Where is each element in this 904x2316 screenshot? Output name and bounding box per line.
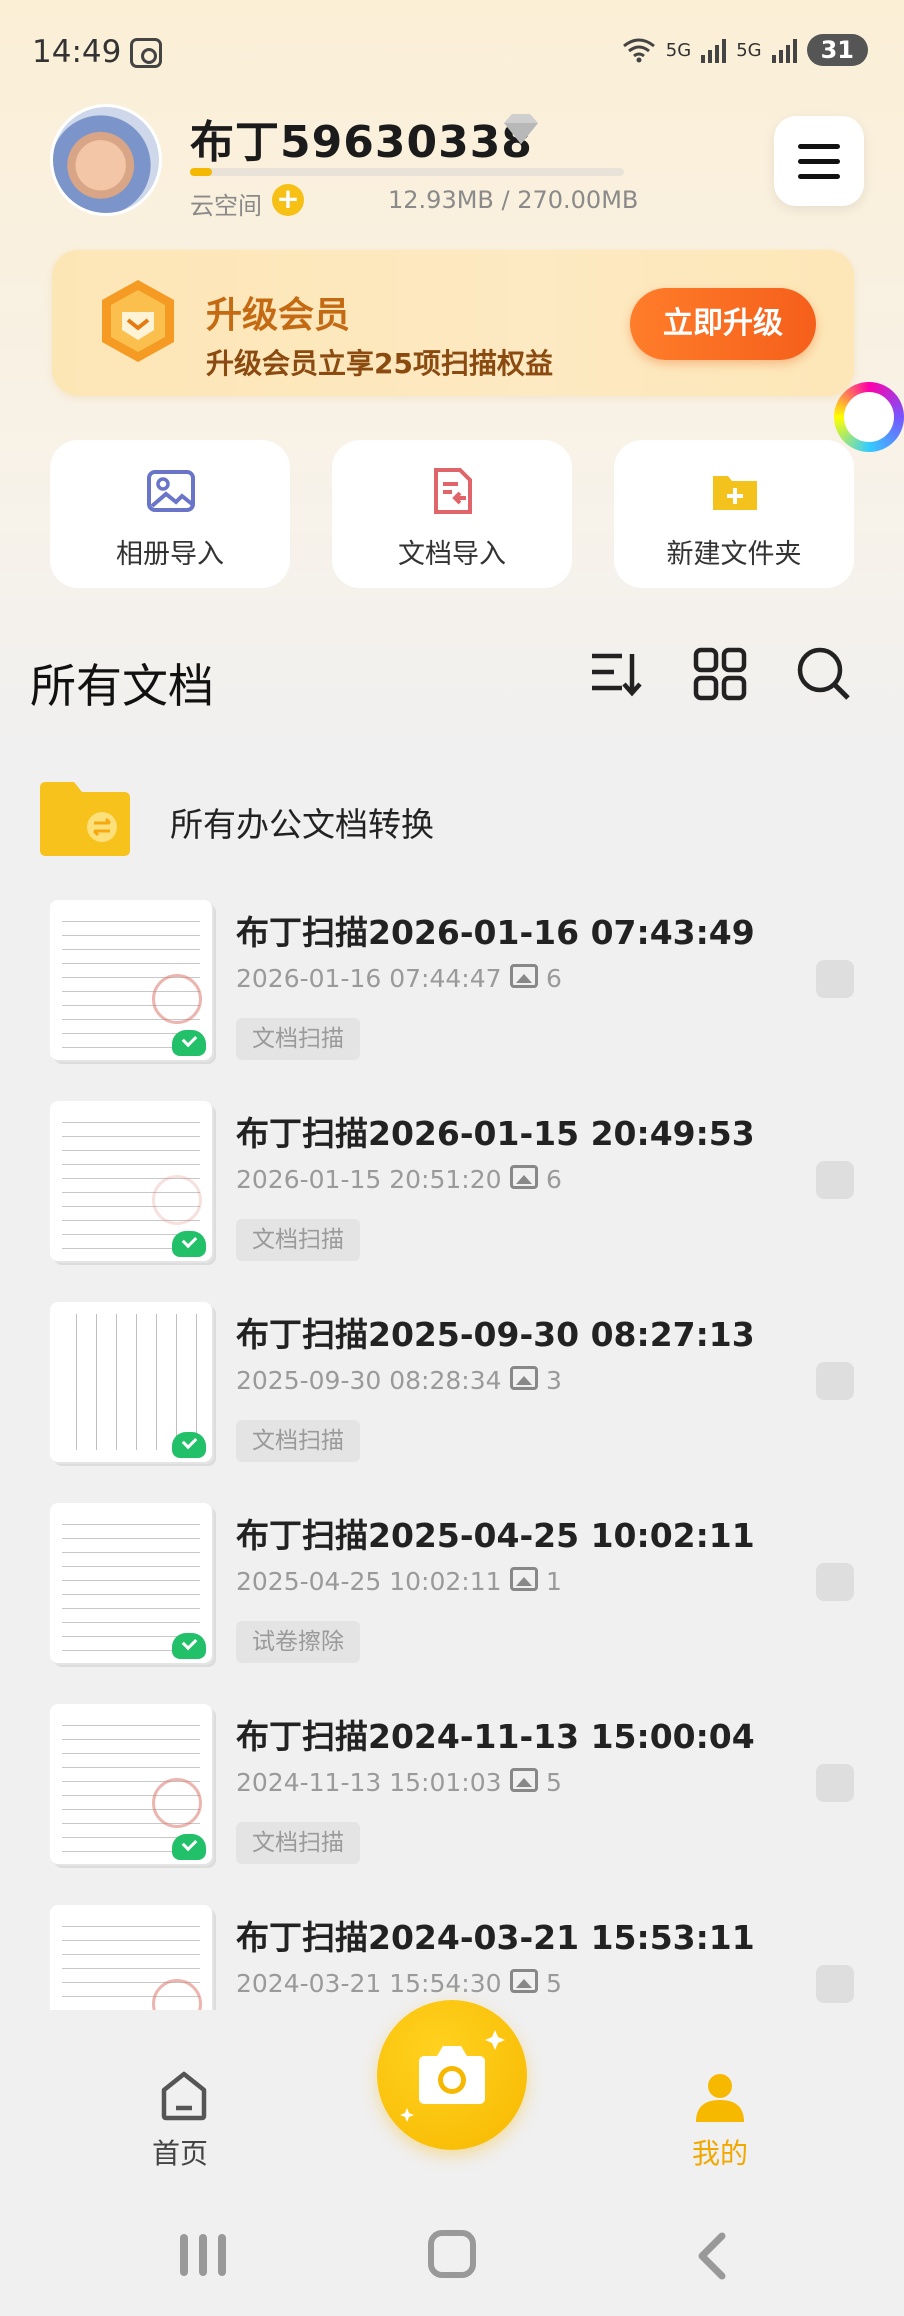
recent-apps-button[interactable] xyxy=(180,2234,226,2276)
cloud-synced-icon xyxy=(172,1633,206,1659)
document-date: 2025-09-30 08:28:34 xyxy=(236,1366,502,1395)
cloud-synced-icon xyxy=(172,1834,206,1860)
office-convert-label[interactable]: 所有办公文档转换 xyxy=(170,798,434,846)
image-count: 6 xyxy=(546,1165,562,1194)
camera-icon xyxy=(400,2030,505,2122)
image-count-icon xyxy=(510,1969,538,1993)
document-date: 2026-01-16 07:44:47 xyxy=(236,964,502,993)
storage-usage: 12.93MB / 270.00MB xyxy=(388,186,639,214)
list-item[interactable]: 布丁扫描2025-09-30 08:27:13 2025-09-30 08:28… xyxy=(0,1302,904,1502)
document-date: 2024-03-21 15:54:30 xyxy=(236,1969,502,1998)
document-import-button[interactable]: 文档导入 xyxy=(332,440,572,588)
nav-mine-label[interactable]: 我的 xyxy=(692,2132,748,2172)
image-count-icon xyxy=(510,1768,538,1792)
document-tag: 文档扫描 xyxy=(236,1219,360,1261)
office-convert-folder-icon[interactable] xyxy=(40,782,130,856)
camera-scan-button[interactable] xyxy=(377,2000,527,2150)
quick-action-label: 文档导入 xyxy=(398,539,506,570)
vip-badge-icon xyxy=(102,280,174,362)
image-count-icon xyxy=(510,1366,538,1390)
cloud-synced-icon xyxy=(172,1030,206,1056)
status-time: 14:49 xyxy=(32,34,122,70)
username[interactable]: 布丁59630338 xyxy=(190,106,533,170)
menu-icon xyxy=(798,144,840,149)
new-folder-icon xyxy=(713,476,757,510)
album-import-button[interactable]: 相册导入 xyxy=(50,440,290,588)
screenshot-indicator-icon xyxy=(130,38,162,68)
image-count-icon xyxy=(510,1165,538,1189)
system-home-button[interactable] xyxy=(428,2230,476,2278)
banner-subtitle: 升级会员立享25项扫描权益 xyxy=(206,347,553,380)
document-title: 布丁扫描2025-09-30 08:27:13 xyxy=(236,1315,755,1354)
image-import-icon xyxy=(147,470,195,512)
list-item[interactable]: 布丁扫描2026-01-15 20:49:53 2026-01-15 20:51… xyxy=(0,1101,904,1301)
new-folder-button[interactable]: 新建文件夹 xyxy=(614,440,854,588)
back-icon[interactable] xyxy=(692,2232,732,2280)
banner-title: 升级会员 xyxy=(206,295,351,336)
document-date: 2025-04-25 10:02:11 xyxy=(236,1567,502,1596)
document-tag: 文档扫描 xyxy=(236,1420,360,1462)
quick-action-label: 新建文件夹 xyxy=(666,539,802,570)
all-documents-title: 所有文档 xyxy=(30,659,214,713)
cloud-space-label: 云空间 xyxy=(190,192,262,220)
image-count: 6 xyxy=(546,964,562,993)
image-count: 5 xyxy=(546,1768,562,1797)
list-item[interactable]: 布丁扫描2025-04-25 10:02:11 2025-04-25 10:02… xyxy=(0,1503,904,1703)
image-count-icon xyxy=(510,964,538,988)
select-checkbox[interactable] xyxy=(816,1161,854,1199)
battery-indicator: 31 xyxy=(806,34,868,66)
nav-home-label[interactable]: 首页 xyxy=(152,2132,208,2172)
cloud-synced-icon xyxy=(172,1231,206,1257)
document-tag: 文档扫描 xyxy=(236,1018,360,1060)
diamond-icon[interactable] xyxy=(500,112,542,146)
document-date: 2024-11-13 15:01:03 xyxy=(236,1768,502,1797)
cloud-add-button[interactable]: + xyxy=(272,184,304,216)
select-checkbox[interactable] xyxy=(816,1965,854,2003)
home-icon[interactable] xyxy=(158,2070,210,2122)
network-label-1: 5G xyxy=(665,39,692,61)
list-item[interactable]: 布丁扫描2024-11-13 15:00:04 2024-11-13 15:01… xyxy=(0,1704,904,1904)
select-checkbox[interactable] xyxy=(816,960,854,998)
storage-progress-bar xyxy=(190,168,624,176)
image-count: 3 xyxy=(546,1366,562,1395)
document-tag: 试卷擦除 xyxy=(236,1621,360,1663)
quick-action-label: 相册导入 xyxy=(116,539,224,570)
search-icon[interactable] xyxy=(796,646,852,702)
grid-view-icon[interactable] xyxy=(692,646,748,702)
profile-icon[interactable] xyxy=(692,2070,748,2126)
image-count-icon xyxy=(510,1567,538,1591)
document-tag: 文档扫描 xyxy=(236,1822,360,1864)
sort-icon[interactable] xyxy=(588,646,644,702)
document-import-icon xyxy=(434,468,472,514)
cloud-synced-icon xyxy=(172,1432,206,1458)
network-label-2: 5G xyxy=(736,39,762,61)
storage-progress-fill xyxy=(190,168,212,176)
document-title: 布丁扫描2026-01-16 07:43:49 xyxy=(236,913,755,952)
avatar[interactable] xyxy=(50,104,162,216)
document-title: 布丁扫描2025-04-25 10:02:11 xyxy=(236,1516,755,1555)
image-count: 1 xyxy=(546,1567,562,1596)
document-date: 2026-01-15 20:51:20 xyxy=(236,1165,502,1194)
upgrade-now-button[interactable]: 立即升级 xyxy=(630,288,816,360)
wifi-icon xyxy=(622,38,655,63)
status-indicators: 5G 5G 31 xyxy=(622,34,868,66)
list-item[interactable]: 布丁扫描2026-01-16 07:43:49 2026-01-16 07:44… xyxy=(0,900,904,1100)
document-title: 布丁扫描2024-03-21 15:53:11 xyxy=(236,1918,755,1957)
select-checkbox[interactable] xyxy=(816,1362,854,1400)
select-checkbox[interactable] xyxy=(816,1563,854,1601)
signal-icon-2 xyxy=(771,37,797,63)
floating-assistant-icon[interactable] xyxy=(834,382,904,452)
document-title: 布丁扫描2026-01-15 20:49:53 xyxy=(236,1114,755,1153)
select-checkbox[interactable] xyxy=(816,1764,854,1802)
document-title: 布丁扫描2024-11-13 15:00:04 xyxy=(236,1717,755,1756)
menu-button[interactable] xyxy=(774,116,864,206)
image-count: 5 xyxy=(546,1969,562,1998)
signal-icon xyxy=(701,37,727,63)
